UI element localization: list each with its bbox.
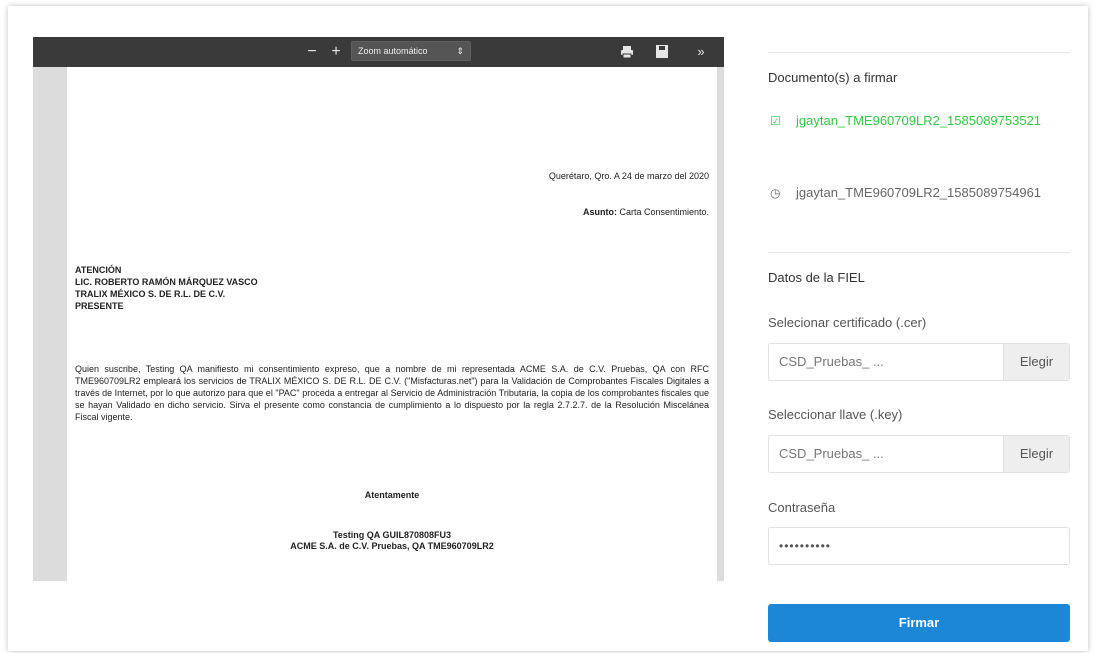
chevron-updown-icon: ⇕ [456,46,464,56]
subject-line: Asunto: Carta Consentimiento. [583,207,709,217]
divider [768,252,1070,253]
signer-line: Testing QA GUIL870808FU3 [332,530,452,540]
certificate-file-field[interactable] [769,344,1004,380]
password-label: Contraseña [768,500,836,515]
document-item[interactable]: ◷ jgaytan_TME960709LR2_1585089754961 [768,182,1070,228]
divider [768,52,1070,53]
key-label: Seleccionar llave (.key) [768,407,903,422]
addressee-line: PRESENTE [75,301,124,311]
subject-label: Asunto: [582,207,617,217]
pdf-toolbar: − + Zoom automático ⇕ » [33,37,724,67]
addressee-line: TRALIX MÉXICO S. DE R.L. DE C.V. [75,289,226,299]
place-date: Querétaro, Qro. A 24 de marzo del 2020 [548,171,709,181]
documents-title: Documento(s) a firmar [768,70,898,85]
checkbox-checked-icon: ☑ [770,114,781,128]
zoom-out-button[interactable]: − [301,37,323,67]
print-icon[interactable] [615,37,639,67]
password-field[interactable]: •••••••••• [768,527,1070,565]
document-item[interactable]: ☑ jgaytan_TME960709LR2_1585089753521 [768,110,1070,156]
document-name: jgaytan_TME960709LR2_1585089753521 [796,113,1042,128]
signer-block: Testing QA GUIL870808FU3 ACME S.A. de C.… [67,530,717,552]
signing-card: − + Zoom automático ⇕ » Querétaro, Qro. … [8,6,1088,651]
certificate-file-input: Elegir [768,343,1070,381]
zoom-select[interactable]: Zoom automático ⇕ [351,41,471,61]
zoom-in-button[interactable]: + [325,37,347,67]
document-name: jgaytan_TME960709LR2_1585089754961 [796,185,1042,200]
key-choose-button[interactable]: Elegir [1003,436,1069,472]
save-icon[interactable] [650,37,674,67]
pdf-viewer[interactable]: − + Zoom automático ⇕ » Querétaro, Qro. … [33,37,724,581]
key-file-field[interactable] [769,436,1004,472]
key-file-input: Elegir [768,435,1070,473]
addressee-block: ATENCIÓN LIC. ROBERTO RAMÓN MÁRQUEZ VASC… [75,264,258,312]
signing-panel: Documento(s) a firmar ☑ jgaytan_TME96070… [768,6,1070,651]
double-chevron-right-icon[interactable]: » [689,37,713,67]
sign-button[interactable]: Firmar [768,604,1070,642]
letter-body: Quien suscribe, Testing QA manifiesto mi… [75,364,709,422]
clock-icon: ◷ [770,186,781,200]
zoom-select-label: Zoom automático [358,46,428,56]
certificate-choose-button[interactable]: Elegir [1003,344,1069,380]
certificate-label: Selecionar certificado (.cer) [768,315,927,330]
addressee-line: ATENCIÓN [75,265,122,275]
signer-line: ACME S.A. de C.V. Pruebas, QA TME960709L… [290,541,494,551]
subject-value: Carta Consentimiento. [616,207,709,217]
pdf-page: Querétaro, Qro. A 24 de marzo del 2020 A… [67,67,717,581]
fiel-title: Datos de la FIEL [768,270,865,285]
closing: Atentamente [364,490,420,500]
addressee-line: LIC. ROBERTO RAMÓN MÁRQUEZ VASCO [75,277,258,287]
